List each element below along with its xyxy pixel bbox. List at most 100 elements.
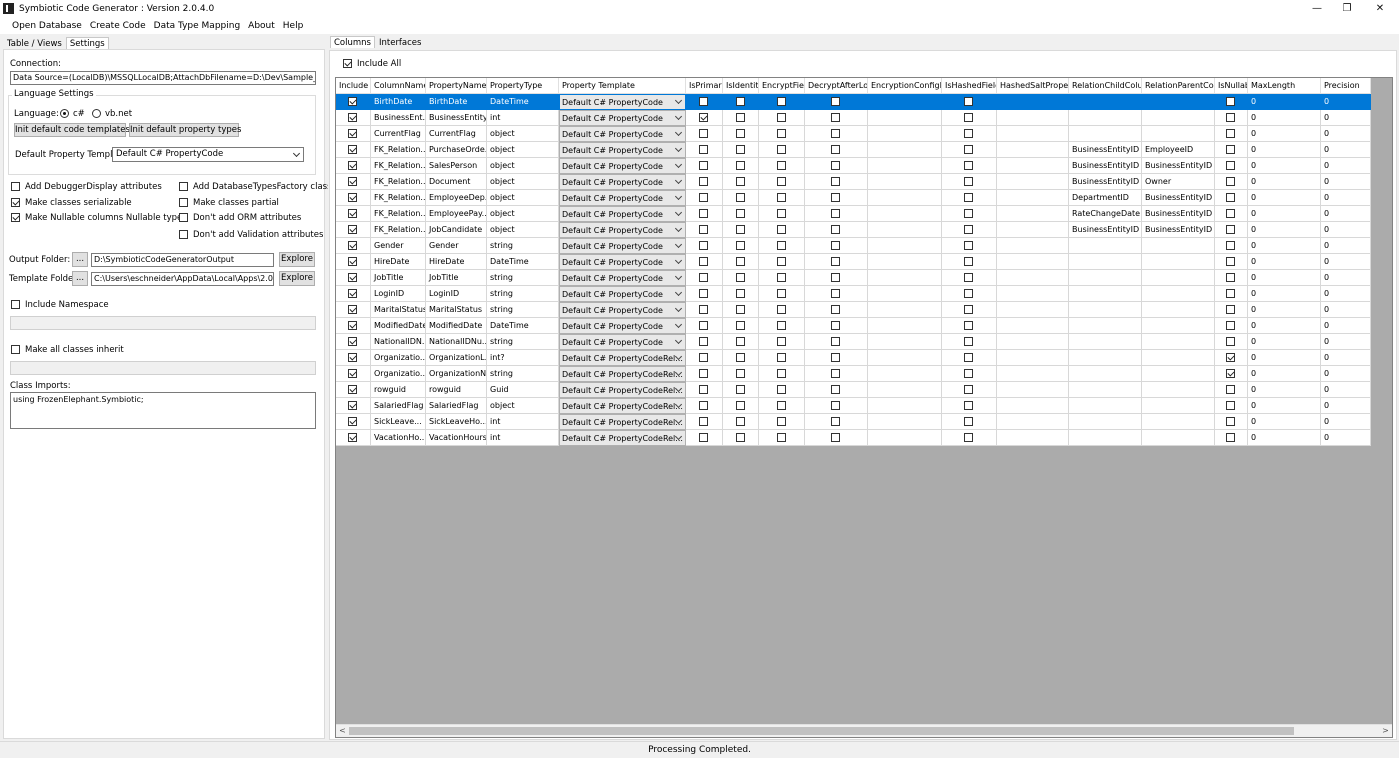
is-primary-checkbox[interactable] — [699, 337, 708, 346]
partial-classes-checkbox[interactable] — [179, 198, 188, 207]
precision-cell[interactable]: 0 — [1321, 222, 1371, 238]
relation-parent-cell[interactable]: EmployeeID — [1142, 142, 1215, 158]
hashed-salt-cell[interactable] — [997, 94, 1069, 110]
is-hashed-field-checkbox[interactable] — [964, 385, 973, 394]
include-checkbox[interactable] — [348, 241, 357, 250]
hashed-salt-cell[interactable] — [997, 190, 1069, 206]
encryption-config-cell[interactable] — [868, 318, 942, 334]
column-header[interactable]: HashedSaltProperty — [997, 78, 1069, 94]
decrypt-after-load-checkbox[interactable] — [831, 193, 840, 202]
encrypt-field-checkbox[interactable] — [776, 225, 786, 234]
decrypt-after-load-checkbox[interactable] — [831, 385, 840, 394]
include-checkbox[interactable] — [348, 209, 357, 218]
init-default-code-templates-button[interactable]: Init default code templates — [14, 123, 130, 137]
serializable-checkbox[interactable] — [11, 198, 20, 207]
column-name-cell[interactable]: Gender — [371, 238, 426, 254]
is-identity-checkbox[interactable] — [735, 385, 745, 394]
column-name-cell[interactable]: JobTitle — [371, 270, 426, 286]
decrypt-after-load-checkbox[interactable] — [831, 337, 840, 346]
encrypt-field-checkbox[interactable] — [776, 369, 786, 378]
property-name-cell[interactable]: CurrentFlag — [426, 126, 487, 142]
is-nullable-checkbox[interactable] — [1226, 321, 1235, 330]
is-primary-checkbox[interactable] — [699, 385, 708, 394]
include-checkbox[interactable] — [348, 385, 357, 394]
include-checkbox[interactable] — [348, 161, 357, 170]
property-type-cell[interactable]: object — [487, 206, 559, 222]
property-type-cell[interactable]: string — [487, 270, 559, 286]
is-primary-checkbox[interactable] — [699, 401, 708, 410]
property-name-cell[interactable]: rowguid — [426, 382, 487, 398]
is-primary-checkbox[interactable] — [699, 241, 708, 250]
encrypt-field-checkbox[interactable] — [776, 97, 786, 106]
is-hashed-field-checkbox[interactable] — [964, 225, 973, 234]
template-folder-explore-button[interactable]: Explore — [279, 271, 315, 286]
property-template-select[interactable]: Default C# PropertyCodeRel... — [559, 398, 686, 414]
decrypt-after-load-checkbox[interactable] — [831, 433, 840, 442]
property-type-cell[interactable]: string — [487, 238, 559, 254]
column-header[interactable]: PropertyType — [487, 78, 559, 94]
column-name-cell[interactable]: BusinessEnt... — [371, 110, 426, 126]
precision-cell[interactable]: 0 — [1321, 398, 1371, 414]
column-name-cell[interactable]: NationalIDN... — [371, 334, 426, 350]
max-length-cell[interactable]: 0 — [1248, 110, 1321, 126]
property-name-cell[interactable]: VacationHours — [426, 430, 487, 446]
include-all-checkbox[interactable] — [343, 59, 352, 68]
max-length-cell[interactable]: 0 — [1248, 398, 1321, 414]
decrypt-after-load-checkbox[interactable] — [831, 369, 840, 378]
include-checkbox[interactable] — [348, 193, 357, 202]
decrypt-after-load-checkbox[interactable] — [831, 273, 840, 282]
max-length-cell[interactable]: 0 — [1248, 238, 1321, 254]
column-name-cell[interactable]: FK_Relation... — [371, 222, 426, 238]
is-nullable-checkbox[interactable] — [1226, 385, 1235, 394]
property-type-cell[interactable]: string — [487, 286, 559, 302]
relation-child-cell[interactable] — [1069, 270, 1142, 286]
table-row[interactable]: FK_Relation... PurchaseOrde... object Defau… — [336, 142, 1371, 158]
relation-parent-cell[interactable] — [1142, 126, 1215, 142]
relation-parent-cell[interactable]: BusinessEntityID — [1142, 222, 1215, 238]
encrypt-field-checkbox[interactable] — [776, 353, 786, 362]
close-button[interactable]: ✕ — [1365, 0, 1395, 17]
is-hashed-field-checkbox[interactable] — [964, 129, 973, 138]
property-type-cell[interactable]: DateTime — [487, 318, 559, 334]
is-identity-checkbox[interactable] — [735, 369, 745, 378]
column-name-cell[interactable]: VacationHo... — [371, 430, 426, 446]
max-length-cell[interactable]: 0 — [1248, 126, 1321, 142]
precision-cell[interactable]: 0 — [1321, 414, 1371, 430]
max-length-cell[interactable]: 0 — [1248, 350, 1321, 366]
is-hashed-field-checkbox[interactable] — [964, 305, 973, 314]
property-template-select[interactable]: Default C# PropertyCodeRel... — [559, 350, 686, 366]
is-identity-checkbox[interactable] — [735, 433, 745, 442]
menu-about[interactable]: About — [244, 21, 279, 31]
column-name-cell[interactable]: LoginID — [371, 286, 426, 302]
is-primary-checkbox[interactable] — [699, 305, 708, 314]
property-template-select[interactable]: Default C# PropertyCode — [559, 110, 686, 126]
is-identity-checkbox[interactable] — [735, 145, 745, 154]
property-type-cell[interactable]: string — [487, 366, 559, 382]
nullable-types-checkbox[interactable] — [11, 213, 20, 222]
encryption-config-cell[interactable] — [868, 302, 942, 318]
property-type-cell[interactable]: string — [487, 334, 559, 350]
is-nullable-checkbox[interactable] — [1226, 433, 1235, 442]
relation-child-cell[interactable] — [1069, 350, 1142, 366]
encryption-config-cell[interactable] — [868, 206, 942, 222]
property-type-cell[interactable]: Guid — [487, 382, 559, 398]
property-type-cell[interactable]: object — [487, 190, 559, 206]
encrypt-field-checkbox[interactable] — [776, 257, 786, 266]
is-primary-checkbox[interactable] — [699, 161, 708, 170]
max-length-cell[interactable]: 0 — [1248, 142, 1321, 158]
max-length-cell[interactable]: 0 — [1248, 158, 1321, 174]
is-hashed-field-checkbox[interactable] — [964, 337, 973, 346]
column-header[interactable]: IsIdentity — [723, 78, 759, 94]
property-type-cell[interactable]: object — [487, 158, 559, 174]
max-length-cell[interactable]: 0 — [1248, 302, 1321, 318]
include-checkbox[interactable] — [348, 113, 357, 122]
relation-parent-cell[interactable]: BusinessEntityID — [1142, 158, 1215, 174]
table-row[interactable]: Organizatio...OrganizationN...stringDefa… — [336, 366, 1371, 382]
precision-cell[interactable]: 0 — [1321, 334, 1371, 350]
is-hashed-field-checkbox[interactable] — [964, 433, 973, 442]
property-template-select[interactable]: Default C# PropertyCodeRel... — [559, 414, 686, 430]
hashed-salt-cell[interactable] — [997, 270, 1069, 286]
encrypt-field-checkbox[interactable] — [776, 433, 786, 442]
relation-parent-cell[interactable] — [1142, 286, 1215, 302]
hashed-salt-cell[interactable] — [997, 222, 1069, 238]
